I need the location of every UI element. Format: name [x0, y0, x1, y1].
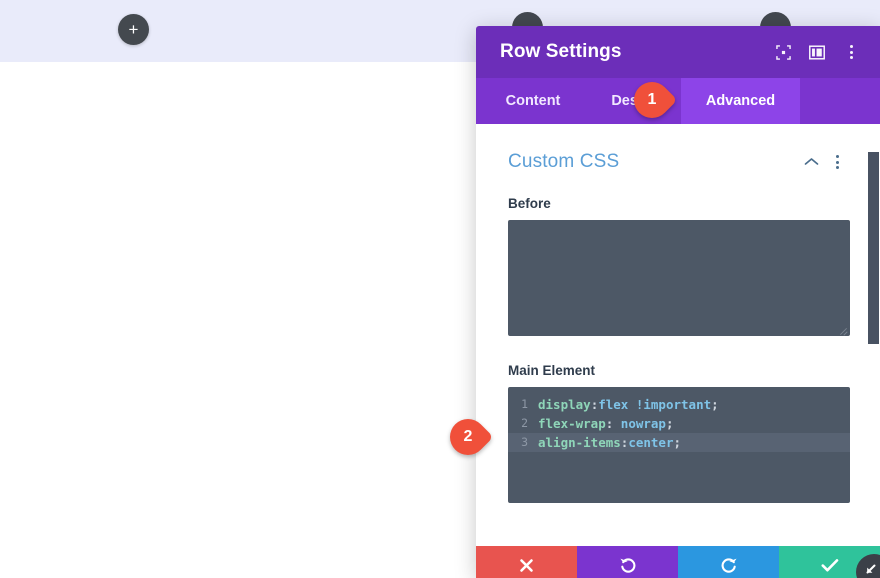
plus-icon: + — [129, 21, 139, 38]
callout-marker-2: 2 — [450, 419, 496, 457]
section-more-dots — [836, 155, 839, 169]
undo-arrow-icon — [619, 556, 637, 574]
chevron-up-icon[interactable] — [798, 150, 824, 174]
code-line[interactable]: 1display:flex !important; — [508, 395, 850, 414]
code-line-text: align-items:center; — [538, 433, 681, 452]
resize-diagonal-icon — [863, 561, 879, 577]
screenshot-canvas: + Row Settings — [0, 0, 880, 578]
modal-body: Custom CSS Before — [476, 124, 880, 546]
code-line-text: flex-wrap: nowrap; — [538, 414, 673, 433]
settings-scrollbar[interactable] — [868, 124, 880, 546]
code-line[interactable]: 3align-items:center; — [508, 433, 850, 452]
undo-button[interactable] — [577, 546, 678, 578]
redo-button[interactable] — [678, 546, 779, 578]
code-line[interactable]: 2flex-wrap: nowrap; — [508, 414, 850, 433]
textarea-resize-grip-icon[interactable] — [839, 325, 848, 334]
layout-columns-icon[interactable] — [802, 37, 832, 67]
checkmark-icon — [821, 558, 839, 573]
redo-arrow-icon — [720, 556, 738, 574]
settings-scroll-content: Custom CSS Before — [476, 124, 880, 503]
before-css-textarea[interactable] — [508, 220, 850, 336]
code-line-number: 2 — [508, 414, 538, 433]
fullscreen-focus-icon[interactable] — [768, 37, 798, 67]
section-title: Custom CSS — [508, 151, 798, 173]
cancel-button[interactable] — [476, 546, 577, 578]
modal-title: Row Settings — [500, 41, 764, 63]
before-field-label: Before — [508, 196, 850, 211]
callout-number: 1 — [634, 82, 670, 118]
callout-number: 2 — [450, 419, 486, 455]
code-line-number: 1 — [508, 395, 538, 414]
tab-advanced[interactable]: Advanced — [681, 78, 800, 124]
add-section-button[interactable]: + — [118, 14, 149, 45]
tab-bar-spacer — [800, 78, 880, 124]
code-line-number: 3 — [508, 433, 538, 452]
close-icon — [519, 558, 534, 573]
code-line-text: display:flex !important; — [538, 395, 719, 414]
more-vertical-icon[interactable] — [836, 37, 866, 67]
callout-marker-1: 1 — [634, 82, 680, 120]
modal-header: Row Settings — [476, 26, 880, 78]
modal-footer — [476, 546, 880, 578]
main-element-field-label: Main Element — [508, 363, 850, 378]
custom-css-section-header: Custom CSS — [508, 150, 850, 174]
settings-scrollbar-thumb[interactable] — [868, 152, 879, 344]
section-more-vertical-icon[interactable] — [824, 150, 850, 174]
tab-content[interactable]: Content — [476, 78, 590, 124]
more-vertical-dots — [850, 45, 853, 59]
main-element-code-editor[interactable]: 1display:flex !important;2flex-wrap: now… — [508, 387, 850, 503]
